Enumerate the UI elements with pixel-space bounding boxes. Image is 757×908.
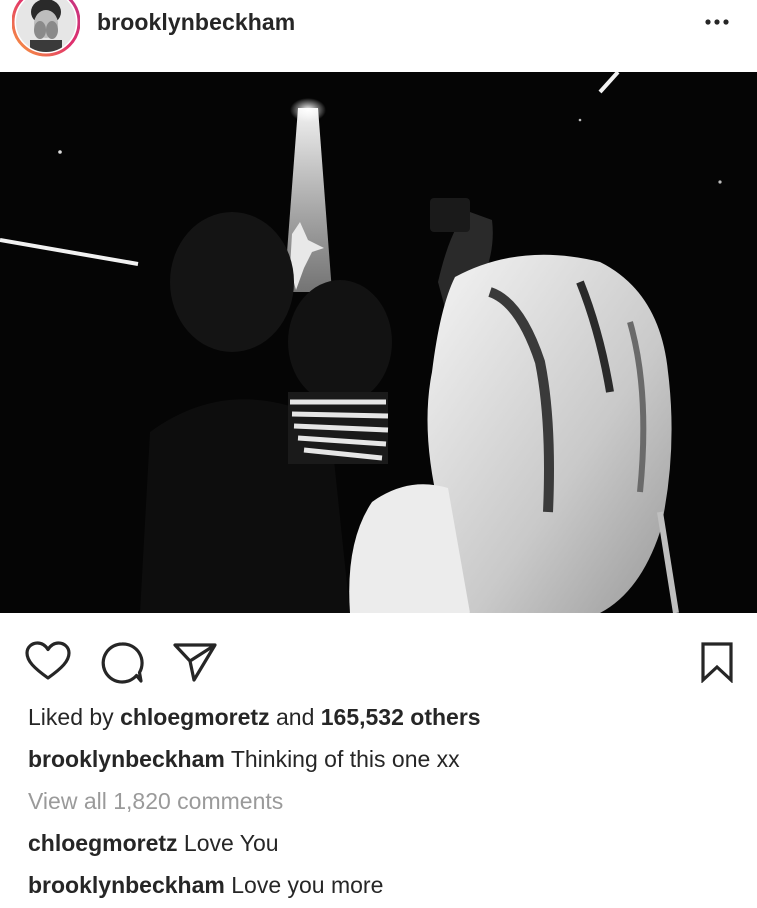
comment-text: Love you more [231,872,384,898]
action-bar [0,613,757,703]
likes-others[interactable]: 165,532 others [321,704,481,730]
bookmark-icon[interactable] [700,641,734,688]
paper-plane-icon[interactable] [172,641,218,688]
heart-icon[interactable] [24,641,72,686]
caption-username[interactable]: brooklynbeckham [28,746,225,772]
post-header: brooklynbeckham [0,0,757,72]
comment-icon[interactable] [100,641,144,690]
view-all-comments-link[interactable]: View all 1,820 comments [28,787,283,815]
comment-item: chloegmoretz Love You [28,829,279,857]
avatar[interactable] [12,0,80,58]
comment-text: Love You [183,830,279,856]
comment-item: brooklynbeckham Love you more [28,871,383,899]
likes-prefix: Liked by [28,704,121,730]
likes-middle: and [269,704,321,730]
more-horizontal-icon[interactable] [700,10,734,34]
caption: brooklynbeckham Thinking of this one xx [28,745,460,773]
comment-username[interactable]: brooklynbeckham [28,872,225,898]
post-photo[interactable] [0,72,757,613]
post-username[interactable]: brooklynbeckham [97,9,295,36]
comment-username[interactable]: chloegmoretz [28,830,178,856]
likes-line: Liked by chloegmoretz and 165,532 others [28,703,481,731]
likes-user[interactable]: chloegmoretz [120,704,270,730]
caption-text: Thinking of this one xx [230,746,460,772]
